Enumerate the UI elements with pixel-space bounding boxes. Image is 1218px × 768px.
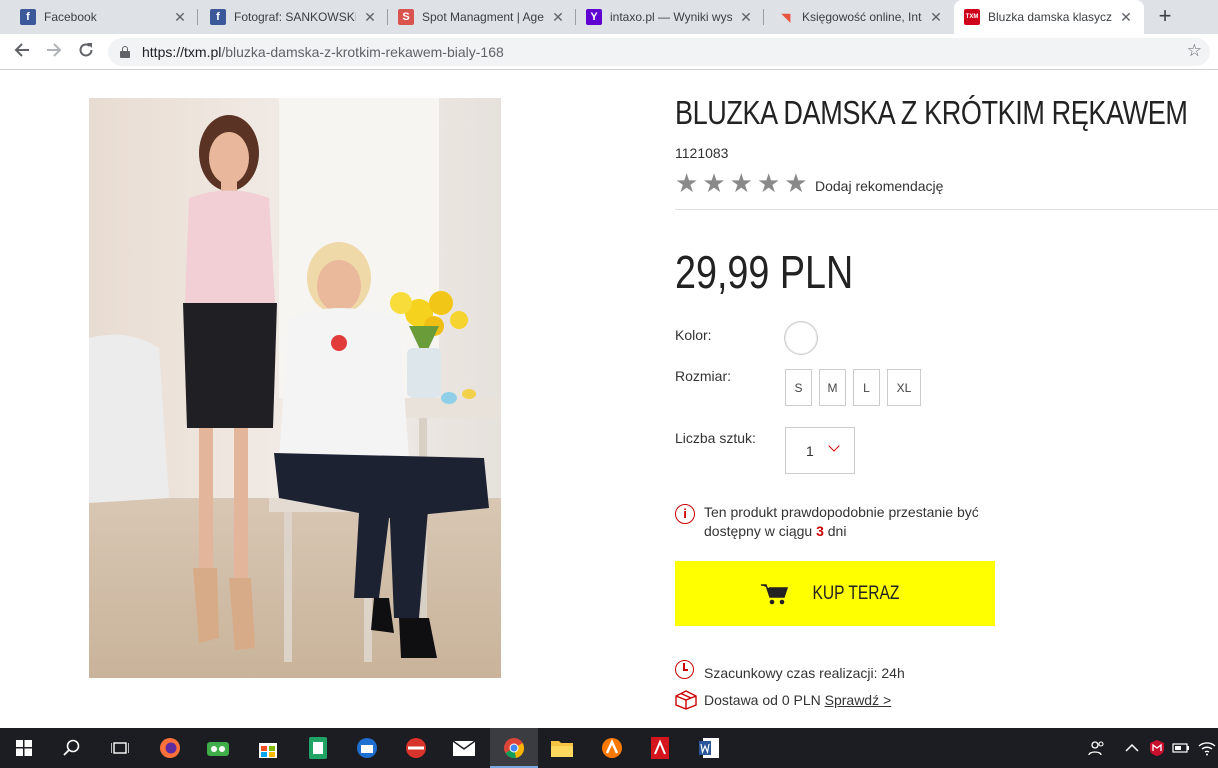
product-price: 29,99 PLN bbox=[675, 246, 854, 298]
cart-icon bbox=[761, 583, 789, 605]
chrome-icon[interactable] bbox=[490, 728, 538, 768]
people-icon[interactable] bbox=[1088, 728, 1106, 768]
package-icon bbox=[675, 690, 697, 710]
close-tab-icon[interactable]: ✕ bbox=[1118, 9, 1134, 26]
star-icon[interactable]: ★ bbox=[702, 170, 725, 196]
availability-notice: Ten produkt prawdopodobnie przestanie by… bbox=[704, 503, 984, 541]
close-tab-icon[interactable]: ✕ bbox=[172, 9, 188, 26]
close-tab-icon[interactable]: ✕ bbox=[738, 9, 754, 26]
browser-tab-intaxo[interactable]: ◥ Księgowość online, Inta ✕ bbox=[764, 0, 954, 34]
size-label: Rozmiar: bbox=[675, 368, 732, 384]
product-title: BLUZKA DAMSKA Z KRÓTKIM RĘKAWEM bbox=[675, 94, 1188, 131]
facebook-icon: f bbox=[210, 9, 226, 25]
windows-start-icon[interactable] bbox=[0, 728, 48, 768]
forward-arrow-icon[interactable] bbox=[42, 41, 66, 63]
browser-tab-strip: f Facebook ✕ f Fotograf: SANKOWSKI. ✕ S … bbox=[0, 0, 1218, 34]
info-icon: i bbox=[675, 504, 695, 524]
star-icon[interactable]: ★ bbox=[784, 170, 807, 196]
buy-now-button[interactable]: KUP TERAZ bbox=[675, 561, 995, 626]
size-option-l[interactable]: L bbox=[853, 369, 880, 406]
quantity-select[interactable]: 1 bbox=[785, 427, 855, 474]
ccleaner-icon[interactable] bbox=[392, 728, 440, 768]
browser-tab-facebook[interactable]: f Facebook ✕ bbox=[0, 0, 198, 34]
star-icon[interactable]: ★ bbox=[675, 170, 698, 196]
store-icon[interactable] bbox=[244, 728, 292, 768]
txm-icon: TXM bbox=[964, 9, 980, 25]
buy-now-label: KUP TERAZ bbox=[812, 582, 900, 604]
cloud-app-icon[interactable] bbox=[194, 728, 242, 768]
size-option-xl[interactable]: XL bbox=[887, 369, 921, 406]
close-tab-icon[interactable]: ✕ bbox=[550, 9, 566, 26]
browser-tab-yahoo[interactable]: Y intaxo.pl — Wyniki wysz ✕ bbox=[576, 0, 764, 34]
chevron-down-icon bbox=[828, 440, 840, 452]
quantity-value: 1 bbox=[806, 442, 814, 459]
quantity-label: Liczba sztuk: bbox=[675, 430, 756, 446]
tab-title: Księgowość online, Inta bbox=[802, 10, 922, 24]
availability-text-after: dni bbox=[823, 523, 847, 539]
browser-tab-txm[interactable]: TXM Bluzka damska klasyczn ✕ bbox=[954, 0, 1144, 34]
pdf-reader-icon[interactable] bbox=[636, 728, 684, 768]
windows-taskbar bbox=[0, 728, 1218, 768]
file-explorer-icon[interactable] bbox=[538, 728, 586, 768]
mail-icon[interactable] bbox=[440, 728, 488, 768]
avast-icon[interactable] bbox=[588, 728, 636, 768]
firefox-icon[interactable] bbox=[146, 728, 194, 768]
tab-title: Fotograf: SANKOWSKI. bbox=[234, 10, 356, 24]
lead-time: Szacunkowy czas realizacji: 24h bbox=[704, 665, 905, 681]
browser-tab-sankowski[interactable]: f Fotograf: SANKOWSKI. ✕ bbox=[198, 0, 388, 34]
color-swatch-white[interactable] bbox=[784, 321, 818, 355]
tab-title: Facebook bbox=[44, 10, 97, 24]
close-tab-icon[interactable]: ✕ bbox=[928, 9, 944, 26]
size-option-m[interactable]: M bbox=[819, 369, 846, 406]
battery-icon[interactable] bbox=[1172, 728, 1190, 768]
star-icon[interactable]: ★ bbox=[730, 170, 753, 196]
size-selector: S M L XL bbox=[785, 369, 921, 406]
rating-stars[interactable]: ★ ★ ★ ★ ★ bbox=[675, 170, 808, 196]
spot-icon: S bbox=[398, 9, 414, 25]
yahoo-icon: Y bbox=[586, 9, 602, 25]
back-arrow-icon[interactable] bbox=[10, 41, 34, 63]
new-tab-button[interactable]: + bbox=[1154, 5, 1176, 27]
browser-tab-spot[interactable]: S Spot Managment | Age ✕ bbox=[388, 0, 576, 34]
search-icon[interactable] bbox=[48, 728, 96, 768]
product-photo[interactable] bbox=[89, 98, 501, 678]
mcafee-shield-icon[interactable] bbox=[1149, 728, 1165, 768]
url-path: /bluzka-damska-z-krotkim-rekawem-bialy-1… bbox=[221, 44, 504, 60]
tab-title: intaxo.pl — Wyniki wysz bbox=[610, 10, 732, 24]
size-option-s[interactable]: S bbox=[785, 369, 812, 406]
color-label: Kolor: bbox=[675, 327, 712, 343]
task-view-icon[interactable] bbox=[96, 728, 144, 768]
delivery-text: Dostawa od 0 PLN bbox=[704, 692, 825, 708]
url-host: https://txm.pl bbox=[142, 44, 222, 60]
facebook-icon: f bbox=[20, 9, 36, 25]
lock-icon bbox=[120, 46, 130, 58]
delivery-info: Dostawa od 0 PLN Sprawdź > bbox=[704, 692, 891, 708]
wifi-icon[interactable] bbox=[1198, 728, 1216, 768]
numbers-app-icon[interactable] bbox=[294, 728, 342, 768]
add-recommendation-link[interactable]: Dodaj rekomendację bbox=[815, 178, 943, 194]
intaxo-icon: ◥ bbox=[781, 11, 791, 24]
browser-toolbar: https://txm.pl/bluzka-damska-z-krotkim-r… bbox=[0, 34, 1218, 70]
tab-title: Bluzka damska klasyczn bbox=[988, 10, 1112, 24]
availability-days: 3 bbox=[816, 523, 824, 539]
bookmark-star-icon[interactable]: ☆ bbox=[1187, 41, 1202, 61]
product-sku: 1121083 bbox=[675, 145, 729, 161]
tab-title: Spot Managment | Age bbox=[422, 10, 544, 24]
thunderbird-icon[interactable] bbox=[343, 728, 391, 768]
word-icon[interactable] bbox=[685, 728, 733, 768]
divider bbox=[675, 209, 1218, 210]
star-icon[interactable]: ★ bbox=[757, 170, 780, 196]
delivery-check-link[interactable]: Sprawdź > bbox=[825, 692, 892, 708]
address-bar[interactable]: https://txm.pl/bluzka-damska-z-krotkim-r… bbox=[108, 38, 1210, 66]
reload-icon[interactable] bbox=[74, 41, 98, 63]
chevron-up-icon[interactable] bbox=[1125, 728, 1139, 768]
clock-icon bbox=[675, 660, 694, 679]
close-tab-icon[interactable]: ✕ bbox=[362, 9, 378, 26]
